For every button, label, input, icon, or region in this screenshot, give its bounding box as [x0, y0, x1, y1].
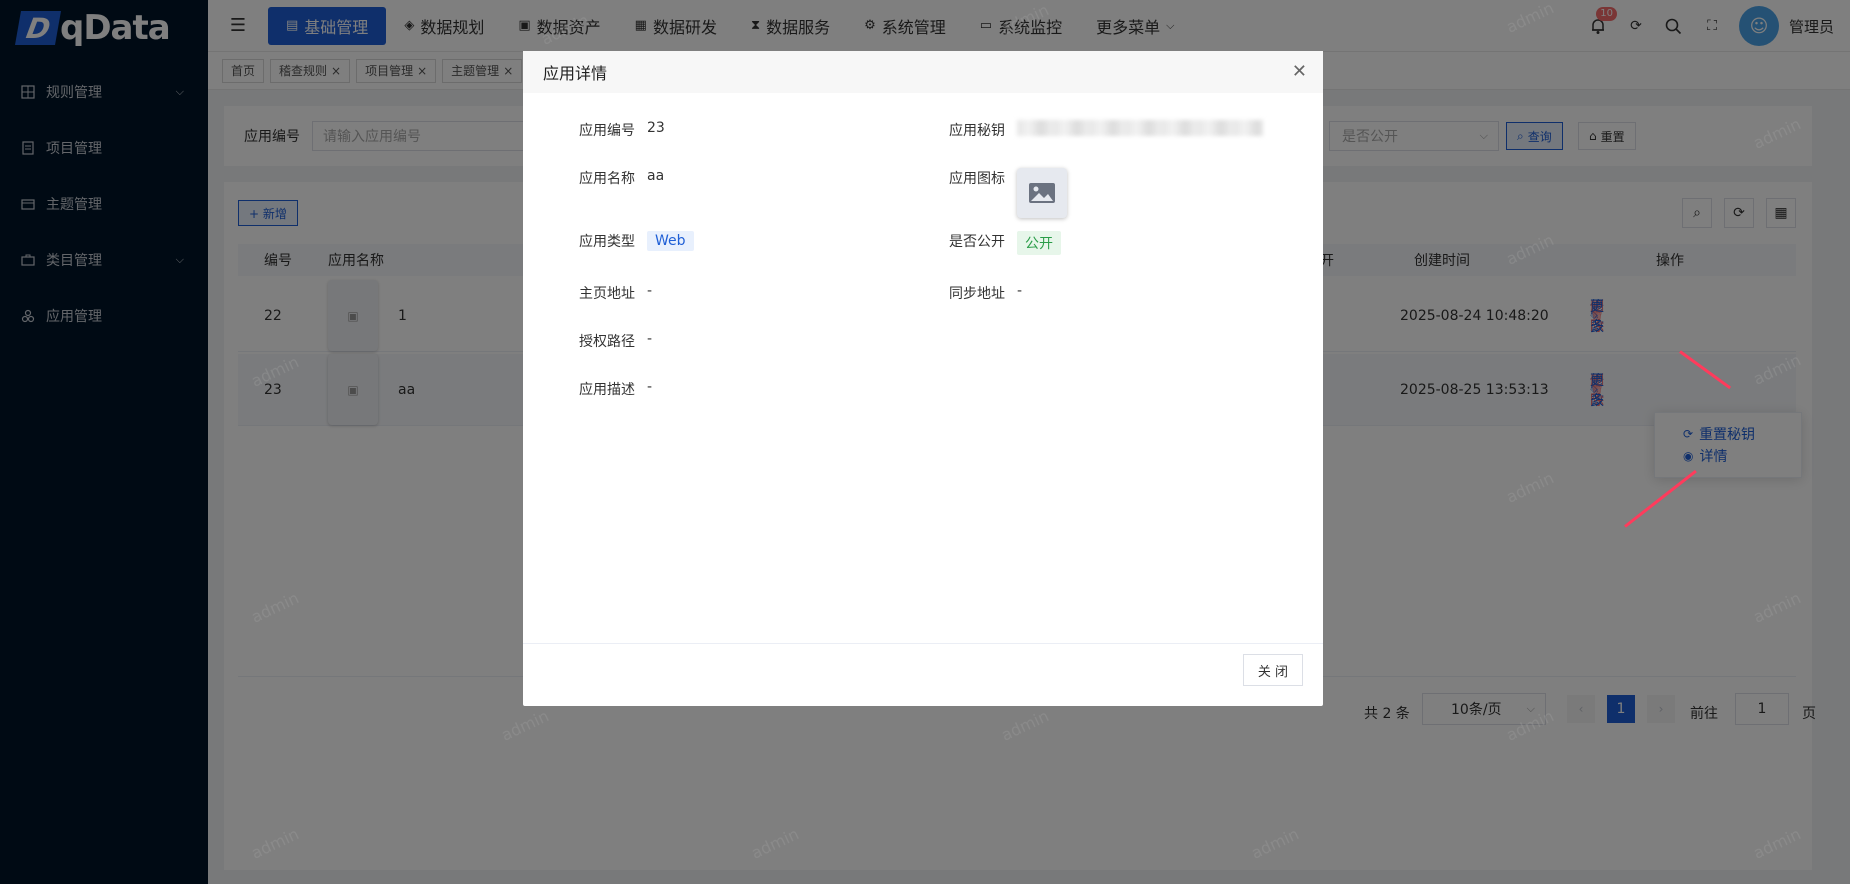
field-value: - [1017, 283, 1023, 299]
field-label: 应用图标 [949, 171, 1005, 187]
field-app-type: 应用类型 Web [567, 231, 694, 251]
field-label: 是否公开 [949, 234, 1005, 250]
field-value: - [647, 379, 653, 395]
close-button[interactable]: 关 闭 [1243, 654, 1303, 686]
field-value: 23 [647, 120, 665, 136]
field-label: 应用秘钥 [949, 123, 1005, 139]
field-label: 应用编号 [579, 123, 635, 139]
field-label: 应用类型 [579, 234, 635, 250]
field-value: - [647, 283, 653, 299]
app-detail-dialog: 应用详情 ✕ 应用编号 23 应用秘钥 应用名称 aa 应用图标 应用类型 We… [523, 51, 1323, 706]
image-icon[interactable] [1017, 168, 1067, 218]
field-homepage: 主页地址 - [567, 283, 652, 303]
field-app-icon: 应用图标 [937, 168, 1067, 218]
dialog-footer: 关 闭 [523, 643, 1323, 706]
close-icon[interactable]: ✕ [1292, 61, 1307, 82]
field-app-name: 应用名称 aa [567, 168, 664, 188]
dialog-header: 应用详情 ✕ [523, 51, 1323, 93]
secret-value-blurred [1017, 120, 1263, 136]
field-sync-url: 同步地址 - [937, 283, 1022, 303]
field-app-code: 应用编号 23 [567, 120, 665, 140]
field-description: 应用描述 - [567, 379, 652, 399]
field-label: 授权路径 [579, 334, 635, 350]
field-value: - [647, 331, 653, 347]
type-tag: Web [647, 231, 694, 251]
public-tag: 公开 [1017, 231, 1061, 255]
field-is-public: 是否公开 公开 [937, 231, 1061, 255]
field-label: 主页地址 [579, 286, 635, 302]
field-label: 应用名称 [579, 171, 635, 187]
field-label: 应用描述 [579, 382, 635, 398]
field-auth-path: 授权路径 - [567, 331, 652, 351]
field-app-secret: 应用秘钥 [937, 120, 1263, 140]
field-value: aa [647, 168, 665, 184]
dialog-title: 应用详情 [543, 64, 608, 83]
field-label: 同步地址 [949, 286, 1005, 302]
